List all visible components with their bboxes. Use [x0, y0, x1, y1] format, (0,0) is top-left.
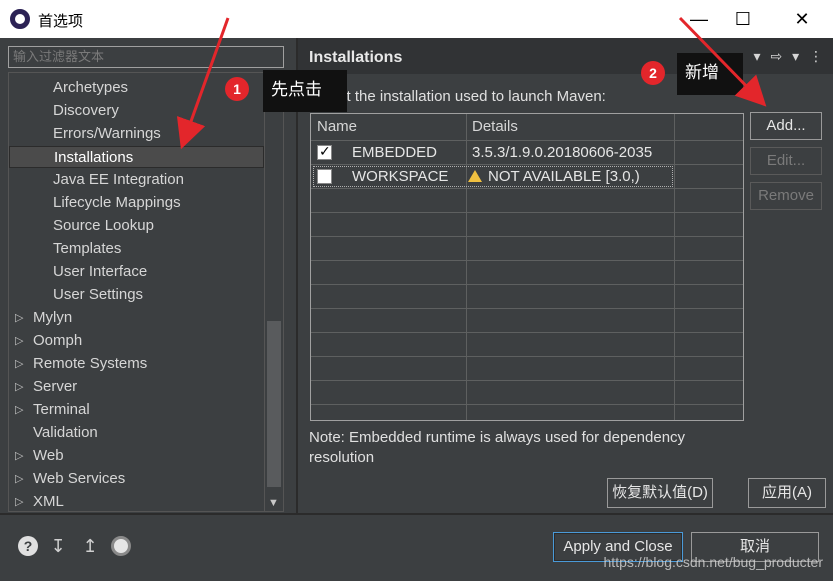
- annotation-arrows: [176, 16, 767, 150]
- arrow-to-add: [678, 16, 767, 107]
- arrow-to-installations: [176, 17, 230, 150]
